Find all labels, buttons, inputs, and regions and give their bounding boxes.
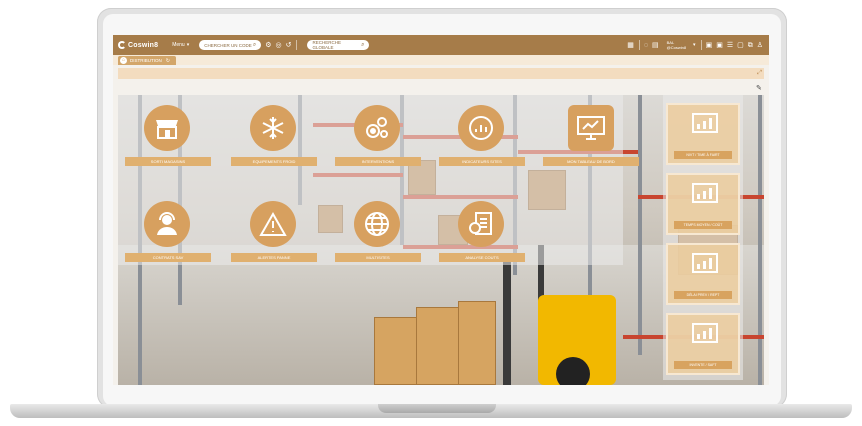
divider bbox=[296, 40, 298, 50]
app-logo[interactable]: Coswin8 bbox=[118, 41, 158, 49]
chart-monitor-icon bbox=[692, 323, 718, 343]
tile-indicateurs-sites[interactable]: INDICATEURS SITES bbox=[434, 97, 530, 171]
search-icon[interactable]: ⌕ bbox=[361, 42, 364, 48]
top-navigation-bar: Coswin8 Menu ▾ CHERCHER UN CODE ⌕ ⚙ ◎ ↺ … bbox=[113, 35, 769, 55]
support-agent-icon bbox=[144, 201, 190, 247]
target-icon[interactable]: ◎ bbox=[276, 42, 282, 49]
menu-label: Menu bbox=[172, 42, 185, 48]
brand-name: Coswin8 bbox=[128, 41, 159, 49]
side-tile-label: NIVT / TIME À FAIRT bbox=[674, 151, 732, 159]
copy-icon[interactable]: ⧉ bbox=[748, 42, 753, 49]
chart-monitor-icon bbox=[692, 253, 718, 273]
chart-monitor-icon bbox=[692, 183, 718, 203]
tile-label: INTERVENTIONS bbox=[335, 157, 421, 166]
pallet-box bbox=[458, 301, 496, 385]
settings-icon[interactable]: ⚙ bbox=[265, 42, 271, 49]
laptop-notch bbox=[378, 404, 496, 413]
side-tile-label: DÉLAI PREV / REPT bbox=[674, 291, 732, 299]
tile-multisites[interactable]: MULTISITES bbox=[330, 193, 426, 267]
side-tile-4[interactable]: INVENTE / SAFT bbox=[666, 313, 740, 375]
tile-label: ANALYSE COUTS bbox=[439, 253, 525, 262]
edit-layout-icon[interactable]: ✎ bbox=[756, 84, 762, 92]
chart-monitor-icon bbox=[692, 113, 718, 133]
refresh-icon[interactable]: ↻ bbox=[166, 58, 170, 64]
search-icon[interactable]: ⌕ bbox=[253, 42, 256, 48]
topbar-actions: ▦ ◌ ▤ BAL @Coswin8 ▾ ▣ ▣ ☰ ▢ ⧉ ♙ bbox=[623, 40, 763, 50]
page-toolbar: ⤢ bbox=[118, 68, 764, 79]
history-icon[interactable]: ↺ bbox=[286, 42, 292, 49]
code-search-input[interactable]: CHERCHER UN CODE ⌕ bbox=[199, 40, 262, 50]
app-screen: Coswin8 Menu ▾ CHERCHER UN CODE ⌕ ⚙ ◎ ↺ … bbox=[113, 35, 769, 385]
tile-sorti-magasins[interactable]: SORTI MAGASINS bbox=[120, 97, 216, 171]
snowflake-icon bbox=[250, 105, 296, 151]
document-icon[interactable]: ▣ bbox=[706, 42, 713, 49]
global-search-placeholder: RECHERCHE GLOBALE bbox=[312, 40, 341, 50]
tile-label: MON TABLEAU DE BORD bbox=[543, 157, 639, 166]
chevron-down-icon[interactable]: ▾ bbox=[693, 42, 696, 48]
tab-label: DISTRIBUTION bbox=[130, 58, 162, 63]
forklift-wheel bbox=[556, 357, 590, 385]
tile-label: EQUIPEMENTS FROID bbox=[231, 157, 317, 166]
tile-contrats-sav[interactable]: CONTRATS SAV bbox=[120, 193, 216, 267]
document-edit-icon[interactable]: ▣ bbox=[716, 42, 723, 49]
side-tile-label: INVENTE / SAFT bbox=[674, 361, 732, 369]
side-tile-3[interactable]: DÉLAI PREV / REPT bbox=[666, 243, 740, 305]
tile-label: CONTRATS SAV bbox=[125, 253, 211, 262]
home-icon: ⌂ bbox=[120, 57, 127, 64]
list-icon[interactable]: ☰ bbox=[727, 42, 733, 49]
window-icon[interactable]: ▢ bbox=[737, 42, 744, 49]
tile-analyse-couts[interactable]: ANALYSE COUTS bbox=[434, 193, 530, 267]
cost-report-icon bbox=[458, 201, 504, 247]
side-tile-2[interactable]: TEMPS MOYEN / COÛT bbox=[666, 173, 740, 235]
tile-interventions[interactable]: INTERVENTIONS bbox=[330, 97, 426, 171]
user-handle: @Coswin8 bbox=[666, 45, 687, 50]
tile-label: SORTI MAGASINS bbox=[125, 157, 211, 166]
pallet-box bbox=[416, 307, 460, 385]
calculator-icon[interactable]: ▦ bbox=[627, 42, 634, 49]
tile-mon-tableau-de-bord[interactable]: MON TABLEAU DE BORD bbox=[538, 97, 646, 171]
side-tile-1[interactable]: NIVT / TIME À FAIRT bbox=[666, 103, 740, 165]
menu-button[interactable]: Menu ▾ bbox=[172, 42, 189, 48]
store-icon bbox=[144, 105, 190, 151]
gears-icon bbox=[354, 105, 400, 151]
globe-icon bbox=[354, 201, 400, 247]
rack-post bbox=[758, 95, 762, 385]
code-search-placeholder: CHERCHER UN CODE bbox=[204, 42, 252, 48]
tile-label: ALERTES PANNE bbox=[231, 253, 317, 262]
tab-bar: ⌂ DISTRIBUTION ↻ bbox=[113, 55, 769, 65]
logo-icon bbox=[118, 41, 126, 49]
tile-label: INDICATEURS SITES bbox=[439, 157, 525, 166]
dashboard-icon bbox=[568, 105, 614, 151]
gauge-icon bbox=[458, 105, 504, 151]
expand-icon[interactable]: ⤢ bbox=[757, 70, 762, 77]
chat-icon[interactable]: ◌ bbox=[644, 42, 648, 49]
global-search-input[interactable]: RECHERCHE GLOBALE ⌕ bbox=[307, 40, 370, 50]
divider bbox=[638, 40, 640, 50]
tile-equipements-froid[interactable]: EQUIPEMENTS FROID bbox=[226, 97, 322, 171]
user-settings-icon[interactable]: ♙ bbox=[757, 42, 763, 49]
pallet-box bbox=[374, 317, 419, 385]
side-tile-label: TEMPS MOYEN / COÛT bbox=[674, 221, 732, 229]
warehouse-background: SORTI MAGASINS EQUIPEMENTS FROID INTERVE… bbox=[118, 95, 764, 385]
tile-label: MULTISITES bbox=[335, 253, 421, 262]
tab-distribution[interactable]: ⌂ DISTRIBUTION ↻ bbox=[118, 56, 176, 65]
clipboard-icon[interactable]: ▤ bbox=[652, 42, 659, 49]
chevron-down-icon: ▾ bbox=[186, 42, 190, 48]
user-menu[interactable]: BAL @Coswin8 bbox=[667, 40, 686, 50]
warning-icon bbox=[250, 201, 296, 247]
forklift-mast bbox=[503, 257, 511, 385]
divider bbox=[700, 40, 702, 50]
tile-alertes-panne[interactable]: ALERTES PANNE bbox=[226, 193, 322, 267]
